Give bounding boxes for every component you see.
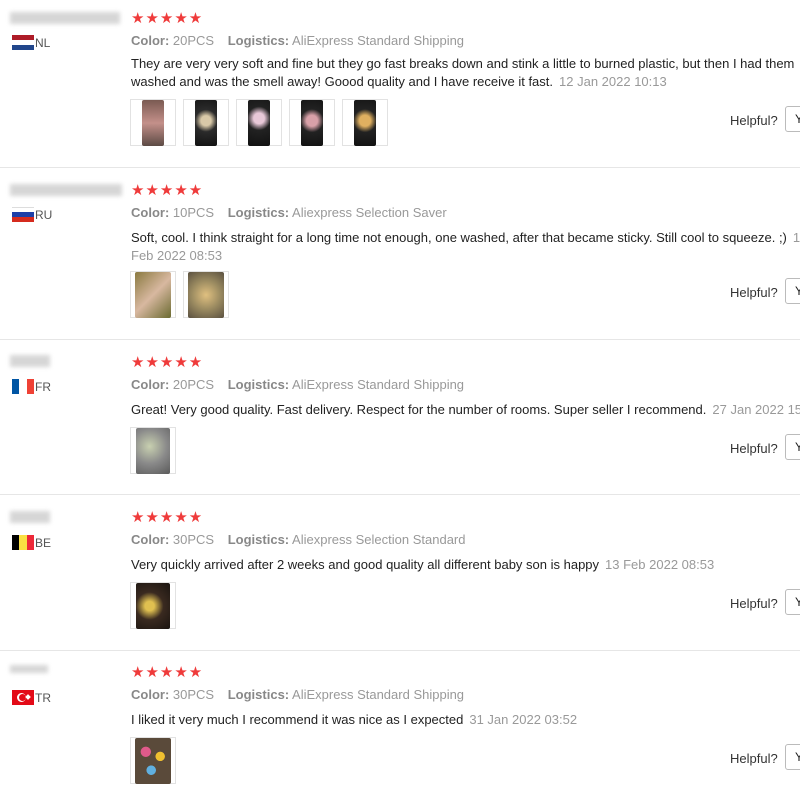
helpful-yes-button[interactable]: Yes	[785, 278, 800, 304]
star-rating: ★★★★★	[131, 182, 204, 199]
review-photo[interactable]	[342, 99, 388, 146]
color-value: 30PCS	[172, 532, 215, 547]
review-photo[interactable]	[183, 99, 229, 146]
logistics-label: Logistics:	[227, 33, 290, 48]
color-value: 30PCS	[172, 687, 215, 702]
color-value: 20PCS	[172, 377, 215, 392]
helpful-yes-button[interactable]: Yes	[785, 434, 800, 460]
review-text: Soft, cool. I think straight for a long …	[131, 229, 800, 265]
review-photos	[130, 427, 176, 474]
logistics-label: Logistics:	[227, 377, 290, 392]
review-meta: Color: 20PCS Logistics: AliExpress Stand…	[131, 377, 464, 392]
logistics-value: Aliexpress Selection Standard	[292, 532, 466, 547]
review-photo[interactable]	[183, 271, 229, 318]
review-body: Soft, cool. I think straight for a long …	[131, 230, 787, 245]
review-divider	[0, 167, 800, 168]
color-label: Color:	[131, 33, 170, 48]
review-meta: Color: 10PCS Logistics: Aliexpress Selec…	[131, 205, 447, 220]
logistics-label: Logistics:	[227, 532, 290, 547]
review-photo[interactable]	[236, 99, 282, 146]
helpful-label: Helpful?	[730, 751, 778, 766]
color-label: Color:	[131, 532, 170, 547]
logistics-value: Aliexpress Selection Saver	[292, 205, 447, 220]
star-rating: ★★★★★	[131, 509, 204, 526]
review-date: 27 Jan 2022 15:	[712, 402, 800, 417]
review-text: They are very very soft and fine but the…	[131, 55, 800, 91]
review-photo[interactable]	[130, 737, 176, 784]
helpful-yes-button[interactable]: Yes	[785, 744, 800, 770]
review-divider	[0, 494, 800, 495]
flag-ru-icon	[12, 207, 34, 222]
reviewer-country: TR	[35, 691, 51, 705]
helpful-label: Helpful?	[730, 285, 778, 300]
reviewer-name-redacted	[10, 184, 122, 196]
review-date: 13 Feb 2022 08:53	[605, 557, 715, 572]
review-body: Very quickly arrived after 2 weeks and g…	[131, 557, 600, 572]
review-date: 12 Jan 2022 10:13	[559, 74, 667, 89]
reviewer-name-redacted	[10, 355, 50, 367]
review-body: I liked it very much I recommend it was …	[131, 712, 464, 727]
star-rating: ★★★★★	[131, 664, 204, 681]
logistics-label: Logistics:	[227, 687, 290, 702]
review-body: They are very very soft and fine but the…	[131, 56, 795, 89]
review-body: Great! Very good quality. Fast delivery.…	[131, 402, 707, 417]
logistics-label: Logistics:	[227, 205, 290, 220]
helpful-label: Helpful?	[730, 596, 778, 611]
review-meta: Color: 20PCS Logistics: AliExpress Stand…	[131, 33, 464, 48]
review-text: Great! Very good quality. Fast delivery.…	[131, 401, 800, 419]
review-divider	[0, 650, 800, 651]
helpful-yes-button[interactable]: Yes	[785, 589, 800, 615]
reviewer-name-redacted	[10, 665, 48, 673]
logistics-value: AliExpress Standard Shipping	[292, 377, 465, 392]
color-value: 10PCS	[172, 205, 215, 220]
reviewer-country: BE	[35, 536, 52, 550]
review-photo[interactable]	[289, 99, 335, 146]
review-text: I liked it very much I recommend it was …	[131, 711, 800, 729]
reviewer-country: RU	[35, 208, 53, 222]
review-meta: Color: 30PCS Logistics: AliExpress Stand…	[131, 687, 464, 702]
reviewer-country: NL	[35, 36, 51, 50]
review-photo[interactable]	[130, 271, 176, 318]
color-label: Color:	[131, 687, 170, 702]
reviewer-name-redacted	[10, 12, 120, 24]
flag-be-icon	[12, 535, 34, 550]
helpful-label: Helpful?	[730, 441, 778, 456]
flag-fr-icon	[12, 379, 34, 394]
star-rating: ★★★★★	[131, 10, 204, 27]
logistics-value: AliExpress Standard Shipping	[292, 33, 465, 48]
helpful-label: Helpful?	[730, 113, 778, 128]
color-value: 20PCS	[172, 33, 215, 48]
helpful-yes-button[interactable]: Yes	[785, 106, 800, 132]
review-photo[interactable]	[130, 427, 176, 474]
review-date: 31 Jan 2022 03:52	[469, 712, 578, 727]
review-photos	[130, 271, 229, 318]
review-meta: Color: 30PCS Logistics: Aliexpress Selec…	[131, 532, 465, 547]
color-label: Color:	[131, 377, 170, 392]
review-photos	[130, 582, 176, 629]
flag-tr-icon	[12, 690, 34, 705]
color-label: Color:	[131, 205, 170, 220]
review-photo[interactable]	[130, 99, 176, 146]
review-photo[interactable]	[130, 582, 176, 629]
review-divider	[0, 339, 800, 340]
review-photos	[130, 99, 388, 146]
reviewer-country: FR	[35, 380, 51, 394]
logistics-value: AliExpress Standard Shipping	[292, 687, 465, 702]
star-rating: ★★★★★	[131, 354, 204, 371]
review-text: Very quickly arrived after 2 weeks and g…	[131, 556, 800, 574]
reviewer-name-redacted	[10, 511, 50, 523]
flag-nl-icon	[12, 35, 34, 50]
review-photos	[130, 737, 176, 784]
